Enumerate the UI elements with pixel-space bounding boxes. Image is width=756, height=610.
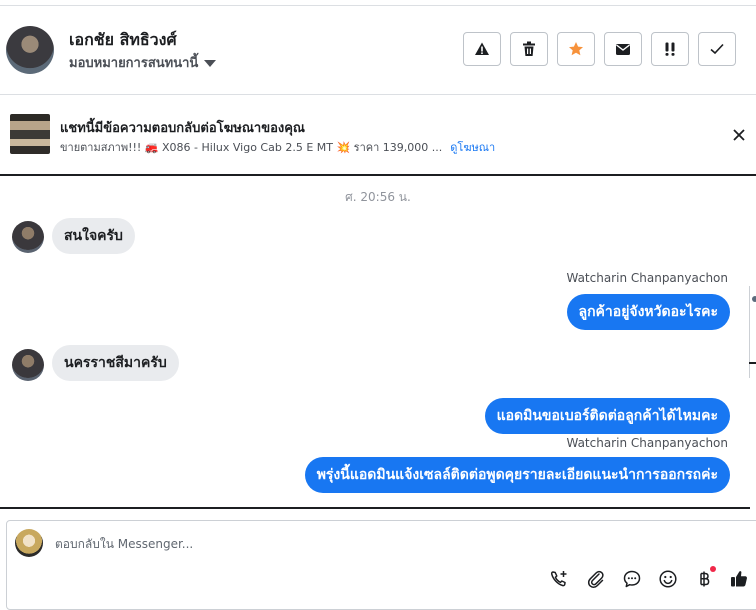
incoming-message: สนใจครับ [52, 218, 135, 254]
sender-avatar [12, 349, 44, 381]
side-panel-avatar [752, 296, 756, 302]
side-panel-divider [749, 362, 756, 364]
ad-description: ขายตามสภาพ!!! 🚒 X086 - Hilux Vigo Cab 2.… [60, 141, 443, 154]
checkmark-icon [710, 43, 724, 55]
thumbs-up-icon [731, 571, 747, 587]
top-divider [0, 5, 756, 6]
paperclip-icon [587, 570, 604, 588]
caret-down-icon [204, 59, 217, 67]
conversation-actions [463, 32, 736, 66]
star-button[interactable] [557, 32, 595, 66]
follow-up-button[interactable] [651, 32, 689, 66]
ad-banner-title: แชทนี้มีข้อความตอบกลับต่อโฆษณาของคุณ [60, 121, 305, 136]
emoji-button[interactable] [657, 568, 679, 590]
mark-done-button[interactable] [698, 32, 736, 66]
ad-banner-subtitle: ขายตามสภาพ!!! 🚒 X086 - Hilux Vigo Cab 2.… [60, 138, 495, 156]
call-button[interactable] [548, 568, 570, 590]
star-icon [569, 42, 583, 56]
view-ad-link[interactable]: ดูโฆษณา [450, 141, 495, 154]
chat-bubble-icon [623, 570, 641, 588]
conversation-divider [0, 507, 750, 509]
like-button[interactable] [728, 568, 750, 590]
message-timestamp: ศ. 20:56 น. [345, 190, 411, 204]
notification-dot [710, 566, 716, 572]
mark-unread-button[interactable] [604, 32, 642, 66]
ad-thumbnail[interactable] [10, 114, 50, 154]
report-spam-button[interactable] [463, 32, 501, 66]
attach-button[interactable] [585, 568, 607, 590]
sender-name: Watcharin Chanpanyachon [566, 271, 728, 285]
contact-name[interactable]: เอกชัย สิทธิวงศ์ [69, 28, 177, 53]
page-avatar [15, 529, 43, 557]
warning-icon [475, 42, 489, 55]
delete-button[interactable] [510, 32, 548, 66]
envelope-icon [616, 43, 630, 55]
assign-conversation-dropdown[interactable]: มอบหมายการสนทนานี้ [69, 52, 217, 73]
banner-divider [0, 174, 756, 176]
outgoing-message: ลูกค้าอยู่จังหวัดอะไรคะ [566, 294, 730, 330]
saved-replies-button[interactable] [621, 568, 643, 590]
incoming-message: นครราชสีมาครับ [52, 345, 179, 381]
reply-input[interactable] [55, 533, 675, 555]
sender-name: Watcharin Chanpanyachon [566, 436, 728, 450]
sender-avatar [12, 221, 44, 253]
outgoing-message: แอดมินขอเบอร์ติดต่อลูกค้าได้ไหมคะ [484, 398, 730, 434]
assign-label: มอบหมายการสนทนานี้ [69, 56, 199, 71]
trash-icon [523, 41, 535, 56]
header-divider [0, 94, 756, 95]
double-exclamation-icon [665, 42, 675, 56]
baht-icon [700, 571, 710, 587]
contact-avatar[interactable] [6, 26, 54, 74]
close-icon[interactable] [731, 127, 747, 143]
smiley-icon [659, 570, 677, 588]
call-plus-icon [550, 571, 567, 587]
outgoing-message: พรุ่งนี้แอดมินแจ้งเซลล์ติดต่อพูดคุยรายละ… [304, 457, 730, 493]
